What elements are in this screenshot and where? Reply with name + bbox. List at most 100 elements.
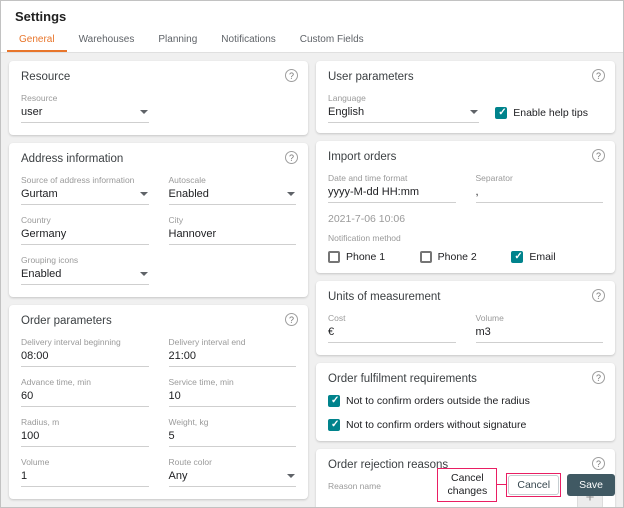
- country-label: Country: [21, 215, 149, 225]
- tab-general-label: General: [19, 34, 55, 45]
- route-color-select[interactable]: Any: [169, 470, 297, 487]
- units-volume-field: Volume m3: [476, 313, 604, 343]
- user-parameters-card: User parameters Language English Enable …: [316, 61, 615, 133]
- chevron-down-icon: [287, 474, 295, 478]
- autoscale-select[interactable]: Enabled: [169, 188, 297, 205]
- checkbox-icon: [328, 395, 340, 407]
- tab-bar: General Warehouses Planning Notification…: [1, 28, 623, 53]
- cost-input[interactable]: €: [328, 326, 456, 343]
- chevron-down-icon: [140, 272, 148, 276]
- page-header: Settings: [1, 1, 623, 28]
- field-label: Delivery interval end: [169, 337, 297, 347]
- chevron-down-icon: [140, 110, 148, 114]
- help-icon[interactable]: [592, 289, 605, 302]
- checkbox-label: Enable help tips: [513, 107, 588, 119]
- grouping-icons-label: Grouping icons: [21, 255, 149, 265]
- checkbox-icon: [420, 251, 432, 263]
- resource-field-label: Resource: [21, 93, 149, 103]
- separator-input[interactable]: ,: [476, 186, 604, 203]
- address-source-value: Gurtam: [21, 188, 58, 200]
- tab-general[interactable]: General: [7, 28, 67, 52]
- radius-field: Radius, m 100: [21, 417, 149, 447]
- service-time-input[interactable]: 10: [169, 390, 297, 407]
- city-label: City: [169, 215, 297, 225]
- city-value: Hannover: [169, 228, 217, 240]
- datetime-format-input[interactable]: yyyy-M-dd HH:mm: [328, 186, 456, 203]
- checkbox-icon: [328, 251, 340, 263]
- enable-help-tips-checkbox[interactable]: Enable help tips: [495, 107, 588, 119]
- tab-custom-fields[interactable]: Custom Fields: [288, 28, 376, 52]
- right-column: User parameters Language English Enable …: [316, 61, 615, 508]
- resource-field: Resource user: [21, 93, 149, 123]
- volume-input[interactable]: 1: [21, 470, 149, 487]
- field-label: Delivery interval beginning: [21, 337, 149, 347]
- notification-method-options: Phone 1 Phone 2 Email: [328, 251, 603, 263]
- tab-warehouses-label: Warehouses: [79, 34, 135, 45]
- field-label: Service time, min: [169, 377, 297, 387]
- phone-2-checkbox[interactable]: Phone 2: [420, 251, 512, 263]
- confirm-without-signature-checkbox[interactable]: Not to confirm orders without signature: [328, 419, 603, 431]
- address-source-select[interactable]: Gurtam: [21, 188, 149, 205]
- confirm-outside-radius-checkbox[interactable]: Not to confirm orders outside the radius: [328, 395, 603, 407]
- cost-label: Cost: [328, 313, 456, 323]
- advance-time-field: Advance time, min 60: [21, 377, 149, 407]
- checkbox-label: Not to confirm orders without signature: [346, 419, 526, 431]
- language-value: English: [328, 106, 364, 118]
- field-value: 100: [21, 430, 39, 442]
- country-input[interactable]: Germany: [21, 228, 149, 245]
- left-column: Resource Resource user Address informati…: [9, 61, 308, 499]
- resource-select[interactable]: user: [21, 106, 149, 123]
- tab-notifications[interactable]: Notifications: [209, 28, 287, 52]
- checkbox-label: Phone 2: [438, 251, 477, 263]
- save-button[interactable]: Save: [567, 474, 615, 496]
- order-parameters-title: Order parameters: [21, 315, 296, 327]
- city-input[interactable]: Hannover: [169, 228, 297, 245]
- phone-1-checkbox[interactable]: Phone 1: [328, 251, 420, 263]
- tab-planning[interactable]: Planning: [146, 28, 209, 52]
- resource-card-title: Resource: [21, 71, 296, 83]
- grouping-icons-select[interactable]: Enabled: [21, 268, 149, 285]
- cancel-button[interactable]: Cancel: [508, 475, 559, 495]
- help-icon[interactable]: [285, 69, 298, 82]
- field-value: 08:00: [21, 350, 49, 362]
- advance-time-input[interactable]: 60: [21, 390, 149, 407]
- delivery-interval-beginning-input[interactable]: 08:00: [21, 350, 149, 367]
- datetime-format-label: Date and time format: [328, 173, 456, 183]
- units-title: Units of measurement: [328, 291, 603, 303]
- help-icon[interactable]: [592, 371, 605, 384]
- field-value: 5: [169, 430, 175, 442]
- grouping-icons-field: Grouping icons Enabled: [21, 255, 149, 285]
- import-orders-card: Import orders Date and time format yyyy-…: [316, 141, 615, 273]
- footer-actions: Cancel changes Cancel Save: [437, 468, 615, 502]
- field-value: 21:00: [169, 350, 197, 362]
- help-icon[interactable]: [285, 151, 298, 164]
- checkbox-icon: [495, 107, 507, 119]
- delivery-interval-end-input[interactable]: 21:00: [169, 350, 297, 367]
- import-orders-title: Import orders: [328, 151, 603, 163]
- field-label: Advance time, min: [21, 377, 149, 387]
- main-content: Resource Resource user Address informati…: [1, 53, 623, 508]
- field-label: Radius, m: [21, 417, 149, 427]
- field-label: Weight, kg: [169, 417, 297, 427]
- language-select[interactable]: English: [328, 106, 479, 123]
- field-value: Any: [169, 470, 188, 482]
- tab-warehouses[interactable]: Warehouses: [67, 28, 147, 52]
- resource-select-value: user: [21, 106, 42, 118]
- email-checkbox[interactable]: Email: [511, 251, 603, 263]
- order-parameters-card: Order parameters Delivery interval begin…: [9, 305, 308, 499]
- tab-notifications-label: Notifications: [221, 34, 275, 45]
- cancel-changes-annotation: Cancel changes: [437, 468, 497, 502]
- datetime-format-value: yyyy-M-dd HH:mm: [328, 186, 419, 198]
- delivery-interval-beginning-field: Delivery interval beginning 08:00: [21, 337, 149, 367]
- field-value: 1: [21, 470, 27, 482]
- units-volume-input[interactable]: m3: [476, 326, 604, 343]
- separator-field: Separator ,: [476, 173, 604, 203]
- autoscale-field: Autoscale Enabled: [169, 175, 297, 205]
- radius-input[interactable]: 100: [21, 430, 149, 447]
- weight-input[interactable]: 5: [169, 430, 297, 447]
- checkbox-label: Not to confirm orders outside the radius: [346, 395, 530, 407]
- help-icon[interactable]: [592, 69, 605, 82]
- settings-page: Settings General Warehouses Planning Not…: [0, 0, 624, 508]
- help-icon[interactable]: [285, 313, 298, 326]
- help-icon[interactable]: [592, 149, 605, 162]
